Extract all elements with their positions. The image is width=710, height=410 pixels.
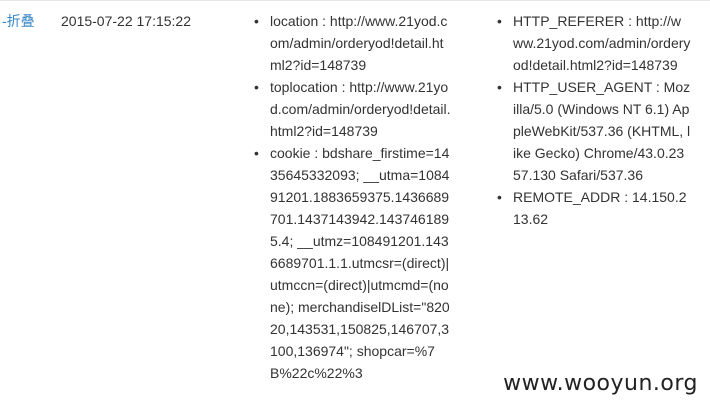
detail-location: • location : http://www.21yod.com/admin/o… [254, 10, 452, 76]
detail-user-agent-text: HTTP_USER_AGENT : Mozilla/5.0 (Windows N… [513, 79, 691, 183]
detail-remote-addr-text: REMOTE_ADDR : 14.150.213.62 [513, 189, 687, 227]
watermark: www.wooyun.org [503, 371, 698, 396]
bullet-icon: • [254, 145, 259, 161]
bullet-icon: • [497, 189, 502, 205]
detail-cookie-text: cookie : bdshare_firstime=1435645332093;… [270, 145, 450, 381]
detail-http-referer-text: HTTP_REFERER : http://www.21yod.com/admi… [513, 13, 691, 73]
detail-http-referer: • HTTP_REFERER : http://www.21yod.com/adm… [497, 10, 691, 76]
bullet-icon: • [254, 79, 259, 95]
headers-list: • HTTP_REFERER : http://www.21yod.com/adm… [497, 10, 691, 230]
detail-toplocation: • toplocation : http://www.21yod.com/admi… [254, 76, 452, 142]
bullet-icon: • [497, 13, 502, 29]
collapse-link[interactable]: -折叠 [2, 12, 35, 30]
request-details-list: • location : http://www.21yod.com/admin/o… [254, 10, 452, 384]
detail-user-agent: • HTTP_USER_AGENT : Mozilla/5.0 (Windows … [497, 76, 691, 186]
detail-cookie: • cookie : bdshare_firstime=1435645332093… [254, 142, 452, 384]
bullet-icon: • [497, 79, 502, 95]
detail-location-text: location : http://www.21yod.com/admin/or… [270, 13, 448, 73]
page: -折叠 2015-07-22 17:15:22 • location : http… [0, 0, 710, 410]
row-divider [0, 0, 710, 1]
timestamp: 2015-07-22 17:15:22 [61, 13, 191, 29]
detail-toplocation-text: toplocation : http://www.21yod.com/admin… [270, 79, 451, 139]
bullet-icon: • [254, 13, 259, 29]
detail-remote-addr: • REMOTE_ADDR : 14.150.213.62 [497, 186, 691, 230]
